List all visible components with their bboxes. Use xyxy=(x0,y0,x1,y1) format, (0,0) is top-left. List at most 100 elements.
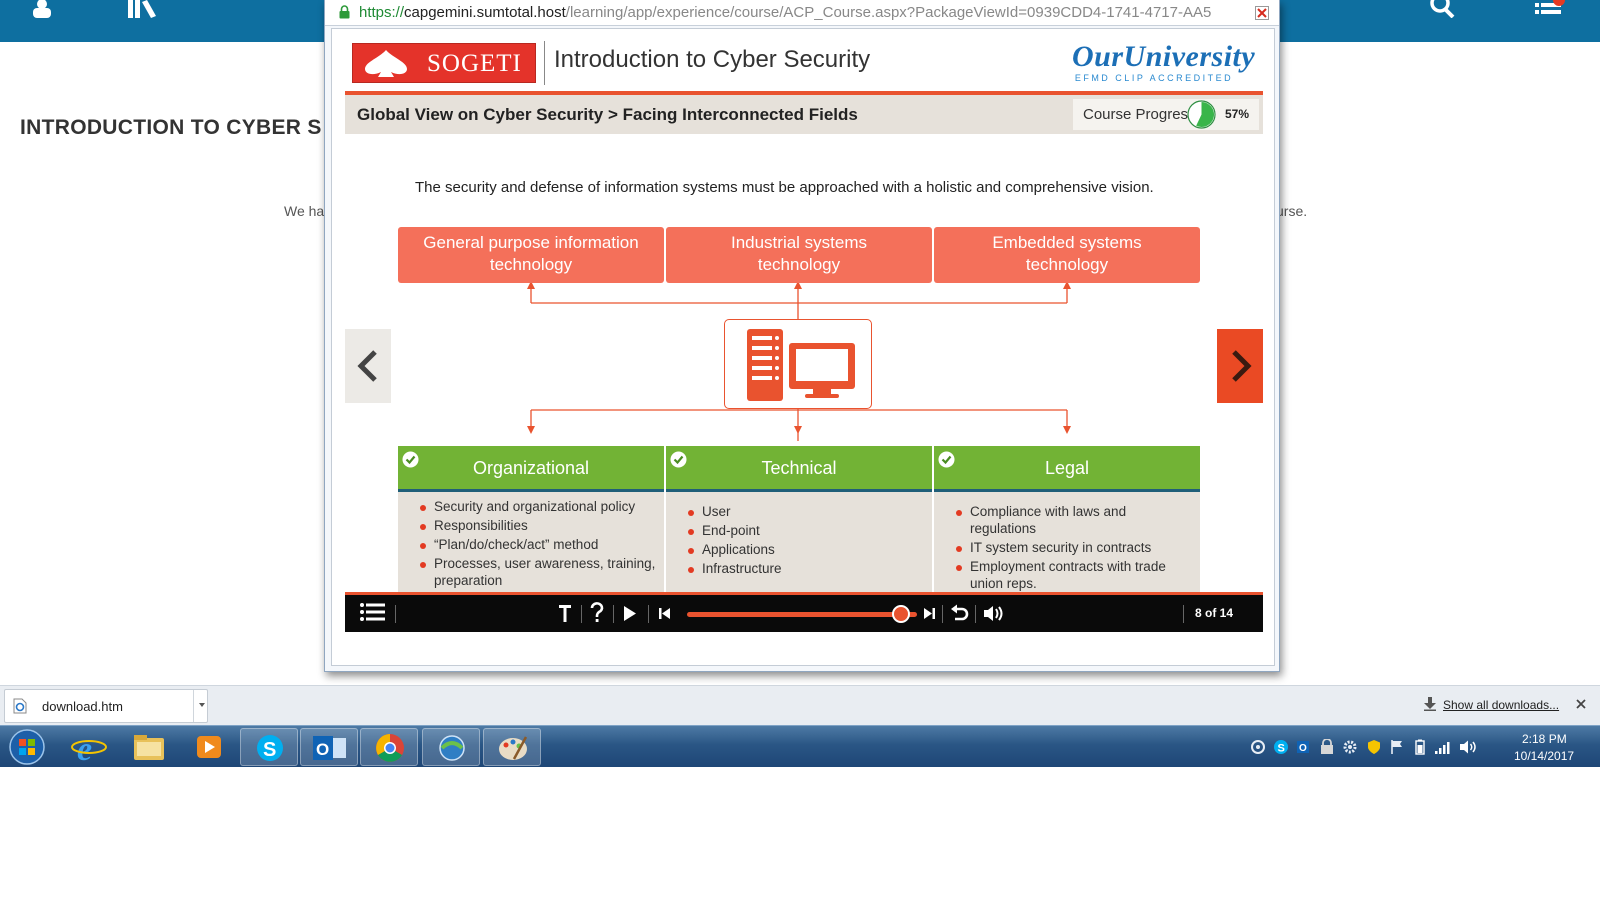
box-general-purpose-it: General purpose information technology xyxy=(398,227,664,283)
internet-explorer-icon[interactable]: e xyxy=(60,728,118,768)
chevron-down-icon xyxy=(199,703,205,707)
list-item: Responsibilities xyxy=(414,517,656,534)
seek-handle[interactable] xyxy=(891,605,910,623)
chevron-right-icon xyxy=(1232,350,1252,382)
list-item: User xyxy=(682,503,924,520)
spade-logo-icon xyxy=(365,50,407,77)
search-icon[interactable] xyxy=(1430,0,1456,23)
library-icon[interactable] xyxy=(128,0,158,23)
divider xyxy=(1183,605,1184,623)
tray-outlook-icon[interactable]: O xyxy=(1296,739,1312,760)
outlook-icon[interactable]: O xyxy=(300,728,358,766)
html-file-icon xyxy=(13,698,27,714)
slide-lead-text: The security and defense of information … xyxy=(415,179,1154,196)
category-organizational: Organizational Security and organization… xyxy=(398,446,664,596)
address-bar[interactable]: https://capgemini.sumtotal.host/learning… xyxy=(325,0,1279,26)
tray-security-icon[interactable] xyxy=(1319,738,1335,760)
show-all-downloads-link[interactable]: Show all downloads... xyxy=(1443,698,1559,712)
divider xyxy=(581,605,582,623)
list-item: Infrastructure xyxy=(682,560,924,577)
header-divider xyxy=(544,41,545,85)
clock-date[interactable]: 10/14/2017 xyxy=(1514,749,1574,763)
list-item: Employment contracts with trade union re… xyxy=(950,558,1192,592)
user-icon[interactable] xyxy=(30,0,54,23)
list-menu-icon[interactable] xyxy=(1535,0,1567,23)
download-item[interactable]: download.htm xyxy=(4,689,208,723)
course-popup-window: https://capgemini.sumtotal.host/learning… xyxy=(324,0,1280,672)
tray-settings-icon[interactable] xyxy=(1342,739,1358,760)
box-industrial-systems: Industrial systems technology xyxy=(666,227,932,283)
replay-icon[interactable] xyxy=(949,595,969,632)
download-options-button[interactable] xyxy=(193,690,209,722)
volume-icon[interactable] xyxy=(982,595,1006,632)
progress-percent: 57% xyxy=(1225,107,1250,121)
sogeti-logo: SOGETI xyxy=(352,43,536,83)
list-item: End-point xyxy=(682,522,924,539)
category-list: User End-point Applications Infrastructu… xyxy=(666,492,932,596)
list-item: Compliance with laws and regulations xyxy=(950,503,1192,537)
start-button[interactable] xyxy=(8,728,46,766)
tray-skype-icon[interactable]: S xyxy=(1273,739,1289,760)
svg-text:O: O xyxy=(1299,743,1307,754)
speaker-volume-icon[interactable] xyxy=(1459,739,1477,760)
svg-text:O: O xyxy=(316,740,329,759)
divider xyxy=(613,605,614,623)
transcript-text-icon[interactable] xyxy=(557,595,573,632)
divider xyxy=(648,605,649,623)
list-item: Security and organizational policy xyxy=(414,498,656,515)
breadcrumb-bar: Global View on Cyber Security > Facing I… xyxy=(345,95,1263,134)
computer-server-box xyxy=(724,319,872,409)
page-intro-text-end: urse. xyxy=(1276,203,1308,219)
close-icon[interactable] xyxy=(1255,6,1269,20)
server-computer-icon xyxy=(747,329,855,401)
list-item: “Plan/do/check/act” method xyxy=(414,536,656,553)
course-player: SOGETI Introduction to Cyber Security Ou… xyxy=(331,28,1275,666)
chevron-left-icon xyxy=(357,350,377,382)
player-control-bar: 8 of 14 xyxy=(345,592,1263,632)
svg-text:S: S xyxy=(1278,743,1285,755)
page-intro-text: We ha xyxy=(284,203,325,219)
chrome-icon[interactable] xyxy=(360,728,418,766)
page-title: INTRODUCTION TO CYBER S xyxy=(20,116,322,139)
windows-taskbar: e S O S O 2:18 PM 10/14/2017 xyxy=(0,725,1600,768)
previous-slide-button[interactable] xyxy=(345,329,391,403)
svg-text:e: e xyxy=(77,731,92,766)
close-icon[interactable] xyxy=(1574,697,1588,711)
course-progress: Course Progress 57% xyxy=(1073,99,1259,130)
seek-bar[interactable] xyxy=(687,612,917,617)
network-app-icon[interactable] xyxy=(422,728,480,766)
windows-logo-icon xyxy=(9,729,45,765)
breadcrumb: Global View on Cyber Security > Facing I… xyxy=(357,105,858,124)
media-player-icon[interactable] xyxy=(180,728,238,766)
clock-time[interactable]: 2:18 PM xyxy=(1522,732,1567,746)
battery-icon[interactable] xyxy=(1414,739,1426,760)
skip-to-start-icon[interactable] xyxy=(657,595,673,632)
progress-ring-icon xyxy=(1187,100,1216,129)
url-text[interactable]: https://capgemini.sumtotal.host/learning… xyxy=(359,4,1239,21)
download-file-name: download.htm xyxy=(42,699,123,714)
svg-text:S: S xyxy=(263,739,276,761)
category-technical: Technical User End-point Applications In… xyxy=(666,446,932,596)
skip-to-end-icon[interactable] xyxy=(921,595,937,632)
download-arrow-icon xyxy=(1424,697,1436,711)
skype-icon[interactable]: S xyxy=(240,728,298,766)
tray-sync-icon[interactable] xyxy=(1250,739,1266,760)
progress-label: Course Progress xyxy=(1083,106,1196,123)
menu-list-icon[interactable] xyxy=(359,595,387,632)
play-icon[interactable] xyxy=(622,595,638,632)
lock-icon xyxy=(339,5,350,19)
network-signal-icon[interactable] xyxy=(1434,739,1452,760)
paint-icon[interactable] xyxy=(483,728,541,766)
list-item: Applications xyxy=(682,541,924,558)
file-explorer-icon[interactable] xyxy=(120,728,178,766)
divider xyxy=(395,605,396,623)
category-header: Technical xyxy=(666,446,932,492)
divider xyxy=(975,605,976,623)
next-slide-button[interactable] xyxy=(1217,329,1263,403)
empty-area xyxy=(0,767,1600,900)
help-question-icon[interactable] xyxy=(589,595,605,632)
tray-flag-icon[interactable] xyxy=(1389,739,1405,760)
category-header: Legal xyxy=(934,446,1200,492)
tray-shield-icon[interactable] xyxy=(1366,739,1382,760)
box-embedded-systems: Embedded systems technology xyxy=(934,227,1200,283)
